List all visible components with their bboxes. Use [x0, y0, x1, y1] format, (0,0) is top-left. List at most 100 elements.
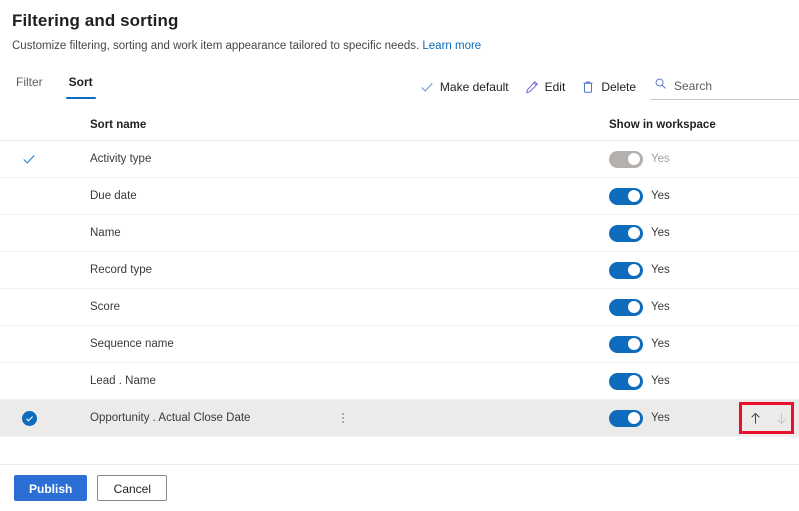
page-subtitle: Customize filtering, sorting and work it…	[12, 39, 799, 54]
default-checkmark-icon	[22, 152, 36, 166]
toggle-knob	[628, 338, 640, 350]
publish-button[interactable]: Publish	[14, 475, 88, 501]
trash-icon	[581, 80, 595, 94]
edit-button[interactable]: Edit	[517, 75, 574, 99]
row-checkbox-checked[interactable]	[22, 410, 37, 426]
pencil-icon	[525, 80, 539, 94]
toggle-knob	[628, 190, 640, 202]
row-reorder-cell	[737, 141, 799, 177]
toggle-value-label: Yes	[651, 190, 670, 202]
search-box[interactable]	[650, 74, 799, 100]
header-show-in-workspace: Show in workspace	[609, 119, 716, 131]
search-icon	[654, 77, 667, 95]
table-row[interactable]: Name Yes	[0, 215, 799, 252]
row-name-label: Record type	[90, 264, 153, 276]
row-reorder-cell	[737, 215, 799, 251]
row-show-in-workspace-cell: Yes	[609, 298, 737, 316]
row-name-label: Opportunity . Actual Close Date	[90, 412, 251, 424]
row-name-label: Lead . Name	[90, 375, 156, 387]
toggle-knob	[628, 375, 640, 387]
show-in-workspace-toggle[interactable]	[609, 261, 643, 279]
table-row[interactable]: Record type Yes	[0, 252, 799, 289]
table-row[interactable]: Lead . Name Yes	[0, 363, 799, 400]
toggle-value-label: Yes	[651, 338, 670, 350]
footer-action-bar: Publish Cancel	[0, 464, 799, 511]
page-header: Filtering and sorting Customize filterin…	[0, 0, 799, 54]
row-reorder-cell	[737, 289, 799, 325]
sort-rules-table: Sort name Show in workspace Activity typ…	[0, 110, 799, 437]
delete-label: Delete	[601, 80, 636, 94]
make-default-label: Make default	[439, 80, 509, 94]
tab-list: Filter Sort	[12, 72, 97, 99]
row-name-cell: Sequence name	[90, 338, 609, 350]
row-name-cell: Activity type	[90, 153, 609, 165]
show-in-workspace-toggle[interactable]	[609, 372, 643, 390]
search-input[interactable]	[674, 79, 797, 93]
cancel-button[interactable]: Cancel	[97, 475, 168, 501]
header-arrows-cell	[737, 107, 799, 143]
toggle-value-label: Yes	[651, 412, 670, 424]
toggle-value-label: Yes	[651, 153, 670, 165]
table-row[interactable]: Activity type Yes	[0, 141, 799, 178]
row-name-cell: Lead . Name	[90, 375, 609, 387]
row-name-cell: Opportunity . Actual Close Date	[90, 412, 609, 424]
tab-sort[interactable]: Sort	[65, 72, 97, 99]
row-show-in-workspace-cell: Yes	[609, 150, 737, 168]
move-down-icon	[771, 408, 791, 428]
row-name-cell: Due date	[90, 190, 609, 202]
toggle-knob	[628, 264, 640, 276]
show-in-workspace-toggle[interactable]	[609, 298, 643, 316]
row-select-cell[interactable]	[0, 410, 90, 426]
row-show-in-workspace-cell: Yes	[609, 224, 737, 242]
toggle-knob	[628, 412, 640, 424]
row-name-label: Sequence name	[90, 338, 174, 350]
row-reorder-cell	[737, 252, 799, 288]
toggle-value-label: Yes	[651, 301, 670, 313]
show-in-workspace-toggle[interactable]	[609, 335, 643, 353]
row-reorder-cell	[737, 400, 799, 436]
row-show-in-workspace-cell: Yes	[609, 372, 737, 390]
row-name-label: Name	[90, 227, 121, 239]
row-name-label: Activity type	[90, 153, 152, 165]
show-in-workspace-toggle[interactable]	[609, 224, 643, 242]
table-header-row: Sort name Show in workspace	[0, 110, 799, 141]
row-name-label: Due date	[90, 190, 137, 202]
toolbar-row: Filter Sort Make default Edit Delete Sea…	[0, 72, 799, 110]
show-in-workspace-toggle[interactable]	[609, 409, 643, 427]
toggle-knob	[628, 227, 640, 239]
table-body: Activity type Yes Due date Yes Name Yes Record…	[0, 141, 799, 437]
page-title: Filtering and sorting	[12, 11, 179, 30]
row-name-label: Score	[90, 301, 121, 313]
checkmark-icon	[420, 80, 434, 94]
row-select-cell[interactable]	[0, 152, 90, 166]
table-row[interactable]: Sequence name Yes	[0, 326, 799, 363]
command-bar: Make default Edit Delete	[412, 74, 799, 100]
header-sort-name: Sort name	[90, 119, 147, 131]
page-subtitle-text: Customize filtering, sorting and work it…	[12, 40, 420, 52]
edit-label: Edit	[544, 80, 566, 94]
row-overflow-menu-icon[interactable]	[338, 410, 348, 426]
row-name-cell: Name	[90, 227, 609, 239]
row-show-in-workspace-cell: Yes	[609, 409, 737, 427]
learn-more-link[interactable]: Learn more	[422, 40, 481, 52]
delete-button[interactable]: Delete	[573, 75, 644, 99]
toggle-value-label: Yes	[651, 227, 670, 239]
toggle-knob	[628, 301, 640, 313]
make-default-button[interactable]: Make default	[412, 75, 517, 99]
toggle-knob	[628, 153, 640, 165]
row-name-cell: Record type	[90, 264, 609, 276]
show-in-workspace-toggle[interactable]	[609, 187, 643, 205]
show-in-workspace-toggle	[609, 150, 643, 168]
tab-filter[interactable]: Filter	[12, 72, 47, 99]
table-row[interactable]: Score Yes	[0, 289, 799, 326]
row-reorder-cell	[737, 326, 799, 362]
toggle-value-label: Yes	[651, 264, 670, 276]
row-name-cell: Score	[90, 301, 609, 313]
move-up-icon[interactable]	[745, 408, 765, 428]
row-reorder-cell	[737, 178, 799, 214]
table-row[interactable]: Opportunity . Actual Close Date Yes	[0, 400, 799, 437]
row-show-in-workspace-cell: Yes	[609, 187, 737, 205]
table-row[interactable]: Due date Yes	[0, 178, 799, 215]
toggle-value-label: Yes	[651, 375, 670, 387]
row-show-in-workspace-cell: Yes	[609, 261, 737, 279]
